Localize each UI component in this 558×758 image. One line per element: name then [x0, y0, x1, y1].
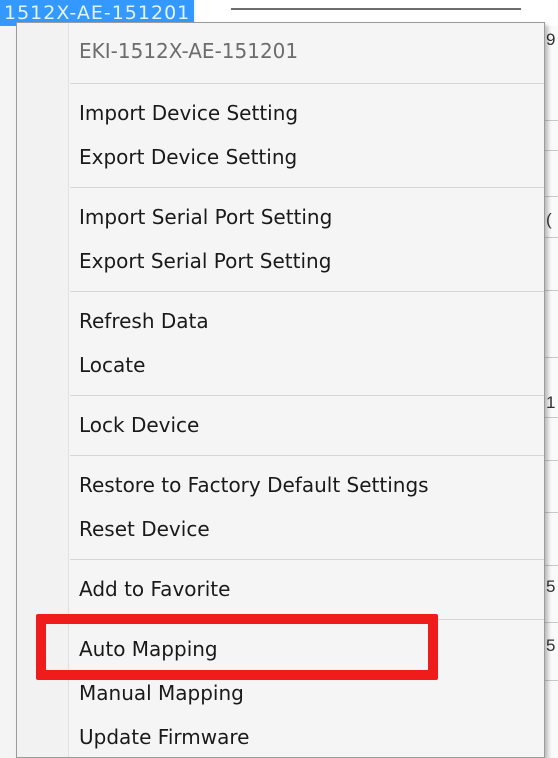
grid-cell-text: 1: [546, 393, 556, 412]
menu-item-import-serial-port-setting[interactable]: Import Serial Port Setting: [79, 197, 332, 237]
menu-item-import-device-setting[interactable]: Import Device Setting: [79, 93, 298, 133]
menu-separator: [70, 455, 544, 456]
grid-cell-text: 9: [546, 30, 556, 49]
menu-separator: [70, 291, 544, 292]
grid-cell-text: (: [546, 210, 552, 229]
menu-item-add-to-favorite[interactable]: Add to Favorite: [79, 569, 230, 609]
menu-separator: [70, 395, 544, 396]
grid-cell-text: 5: [546, 577, 556, 596]
annotation-highlight-box: [36, 614, 438, 680]
menu-item-restore-factory-defaults[interactable]: Restore to Factory Default Settings: [79, 465, 429, 505]
menu-separator: [70, 559, 544, 560]
menu-item-locate[interactable]: Locate: [79, 345, 145, 385]
menu-item-update-firmware[interactable]: Update Firmware: [79, 717, 249, 757]
menu-separator: [70, 83, 544, 84]
menu-item-reset-device[interactable]: Reset Device: [79, 509, 210, 549]
grid-cell-text: 5: [546, 636, 556, 655]
menu-header-device-name: EKI-1512X-AE-151201: [79, 39, 299, 63]
menu-item-refresh-data[interactable]: Refresh Data: [79, 301, 209, 341]
menu-item-export-serial-port-setting[interactable]: Export Serial Port Setting: [79, 241, 331, 281]
menu-item-export-device-setting[interactable]: Export Device Setting: [79, 137, 297, 177]
menu-item-lock-device[interactable]: Lock Device: [79, 405, 199, 445]
menu-separator: [70, 187, 544, 188]
